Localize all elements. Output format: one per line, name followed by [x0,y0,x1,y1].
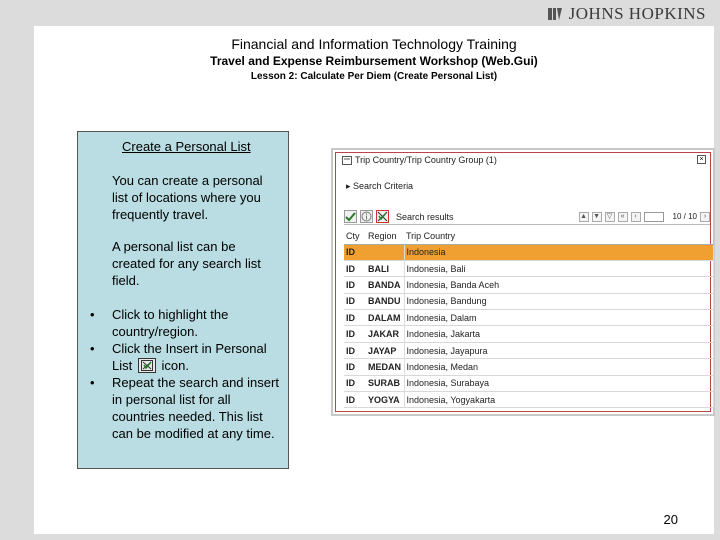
dialog-titlebar: Trip Country/Trip Country Group (1) [336,153,710,167]
next-page-icon[interactable]: › [700,211,710,222]
shield-icon [547,8,562,20]
cell-region: MEDAN [366,358,405,376]
list-item: • Click to highlight the country/region. [90,306,286,340]
cell-trip-country: Indonesia, Yogyakarta [404,391,714,409]
cell-region: BANDA [366,276,405,294]
cell-cty: ID [344,309,366,327]
logo-text: JOHNS HOPKINS [568,4,706,23]
table-row[interactable]: ID BANDU Indonesia, Bandung [344,293,714,311]
instruction-list: • Click to highlight the country/region.… [90,306,286,442]
bullet-2-text: Click the Insert in Personal List [112,341,267,373]
search-criteria-toggle[interactable]: ▸ Search Criteria [346,181,413,192]
page-number: 20 [663,512,678,527]
sap-screenshot-panel: Trip Country/Trip Country Group (1) × ▸ … [331,148,715,416]
cell-cty: ID [344,260,366,278]
sort-ascending-icon[interactable]: ▲ [578,211,589,222]
table-row[interactable]: ID YOGYA Indonesia, Yogyakarta [344,391,714,409]
info-box: Create a Personal List You can create a … [77,131,289,469]
cell-trip-country: Indonesia, Jakarta [404,325,714,343]
cell-region: SURAB [366,375,405,393]
cell-region: BALI [366,260,405,278]
list-item: • Repeat the search and insert in person… [90,374,286,442]
title-line-2: Travel and Expense Reimbursement Worksho… [210,54,538,68]
table-header-row: Cty Region Trip Country [344,229,714,245]
dialog-icon [342,155,352,165]
bullet-3-text: Repeat the search and insert in personal… [112,375,279,441]
cell-cty: ID [344,276,366,294]
cell-region: JAKAR [366,325,405,343]
table-row[interactable]: ID Indonesia [344,244,714,261]
dialog-title: Trip Country/Trip Country Group (1) [355,155,497,165]
cell-trip-country: Indonesia, Jayapura [404,342,714,360]
cell-trip-country: Indonesia, Dalam [404,309,714,327]
cell-cty: ID [344,244,366,261]
triangle-right-icon: ▸ [346,181,351,191]
results-table: Cty Region Trip Country ID Indonesia ID BA… [344,229,714,409]
info-icon[interactable] [360,210,373,223]
sort-descending-icon[interactable]: ▼ [591,211,602,222]
bullet-glyph: • [90,341,95,356]
column-header-region[interactable]: Region [366,229,404,245]
cell-cty: ID [344,391,366,409]
table-row[interactable]: ID BANDA Indonesia, Banda Aceh [344,276,714,294]
cell-trip-country: Indonesia [404,244,714,261]
page-input[interactable] [643,211,664,222]
bullet-glyph: • [90,307,95,322]
cell-cty: ID [344,375,366,393]
info-title: Create a Personal List [122,139,251,154]
table-row[interactable]: ID SURAB Indonesia, Surabaya [344,375,714,393]
results-toolbar: Search results ▲ ▼ ▽ « ‹ 10 / 10 › [344,209,710,225]
info-paragraph-2: A personal list can be created for any s… [112,239,261,288]
cell-region [366,244,405,261]
cell-cty: ID [344,342,366,360]
cell-trip-country: Indonesia, Bali [404,260,714,278]
table-row[interactable]: ID BALI Indonesia, Bali [344,260,714,278]
cell-cty: ID [344,293,366,311]
bottom-frame-bar [0,534,720,540]
table-row[interactable]: ID MEDAN Indonesia, Medan [344,358,714,376]
insert-personal-list-button[interactable] [376,210,389,223]
slide-title: Financial and Information Technology Tra… [34,36,714,85]
table-row[interactable]: ID DALAM Indonesia, Dalam [344,309,714,327]
search-help-dialog: Trip Country/Trip Country Group (1) × ▸ … [335,152,714,412]
cell-region: DALAM [366,309,405,327]
bullet-glyph: • [90,375,95,390]
list-item: • Click the Insert in Personal List icon… [90,340,286,374]
cell-cty: ID [344,358,366,376]
column-header-cty[interactable]: Cty [344,229,366,245]
bullet-2-suffix: icon. [161,358,189,373]
check-icon[interactable] [344,210,357,223]
cell-region: YOGYA [366,391,405,409]
table-row[interactable]: ID JAYAP Indonesia, Jayapura [344,342,714,360]
cell-trip-country: Indonesia, Medan [404,358,714,376]
filter-icon[interactable]: ▽ [604,211,615,222]
table-row[interactable]: ID JAKAR Indonesia, Jakarta [344,325,714,343]
column-header-trip-country[interactable]: Trip Country [404,229,714,245]
search-criteria-label: Search Criteria [353,181,414,191]
title-line-3: Lesson 2: Calculate Per Diem (Create Per… [250,71,498,82]
cell-region: JAYAP [366,342,405,360]
info-paragraph-1: You can create a personal list of locati… [112,173,263,222]
bullet-1-text: Click to highlight the country/region. [112,307,229,339]
cell-trip-country: Indonesia, Bandung [404,293,714,311]
first-page-icon[interactable]: « [617,211,628,222]
left-frame-bar [0,26,34,540]
close-icon[interactable]: × [697,155,706,164]
prev-page-icon[interactable]: ‹ [630,211,641,222]
title-line-1: Financial and Information Technology Tra… [231,36,517,52]
cell-trip-country: Indonesia, Banda Aceh [404,276,714,294]
result-count: 10 / 10 [672,212,697,221]
johns-hopkins-logo: JOHNS HOPKINS [547,4,706,24]
cell-cty: ID [344,325,366,343]
cell-region: BANDU [366,293,405,311]
search-results-label: Search results [396,211,454,222]
cell-trip-country: Indonesia, Surabaya [404,375,714,393]
insert-personal-list-icon [137,358,156,373]
